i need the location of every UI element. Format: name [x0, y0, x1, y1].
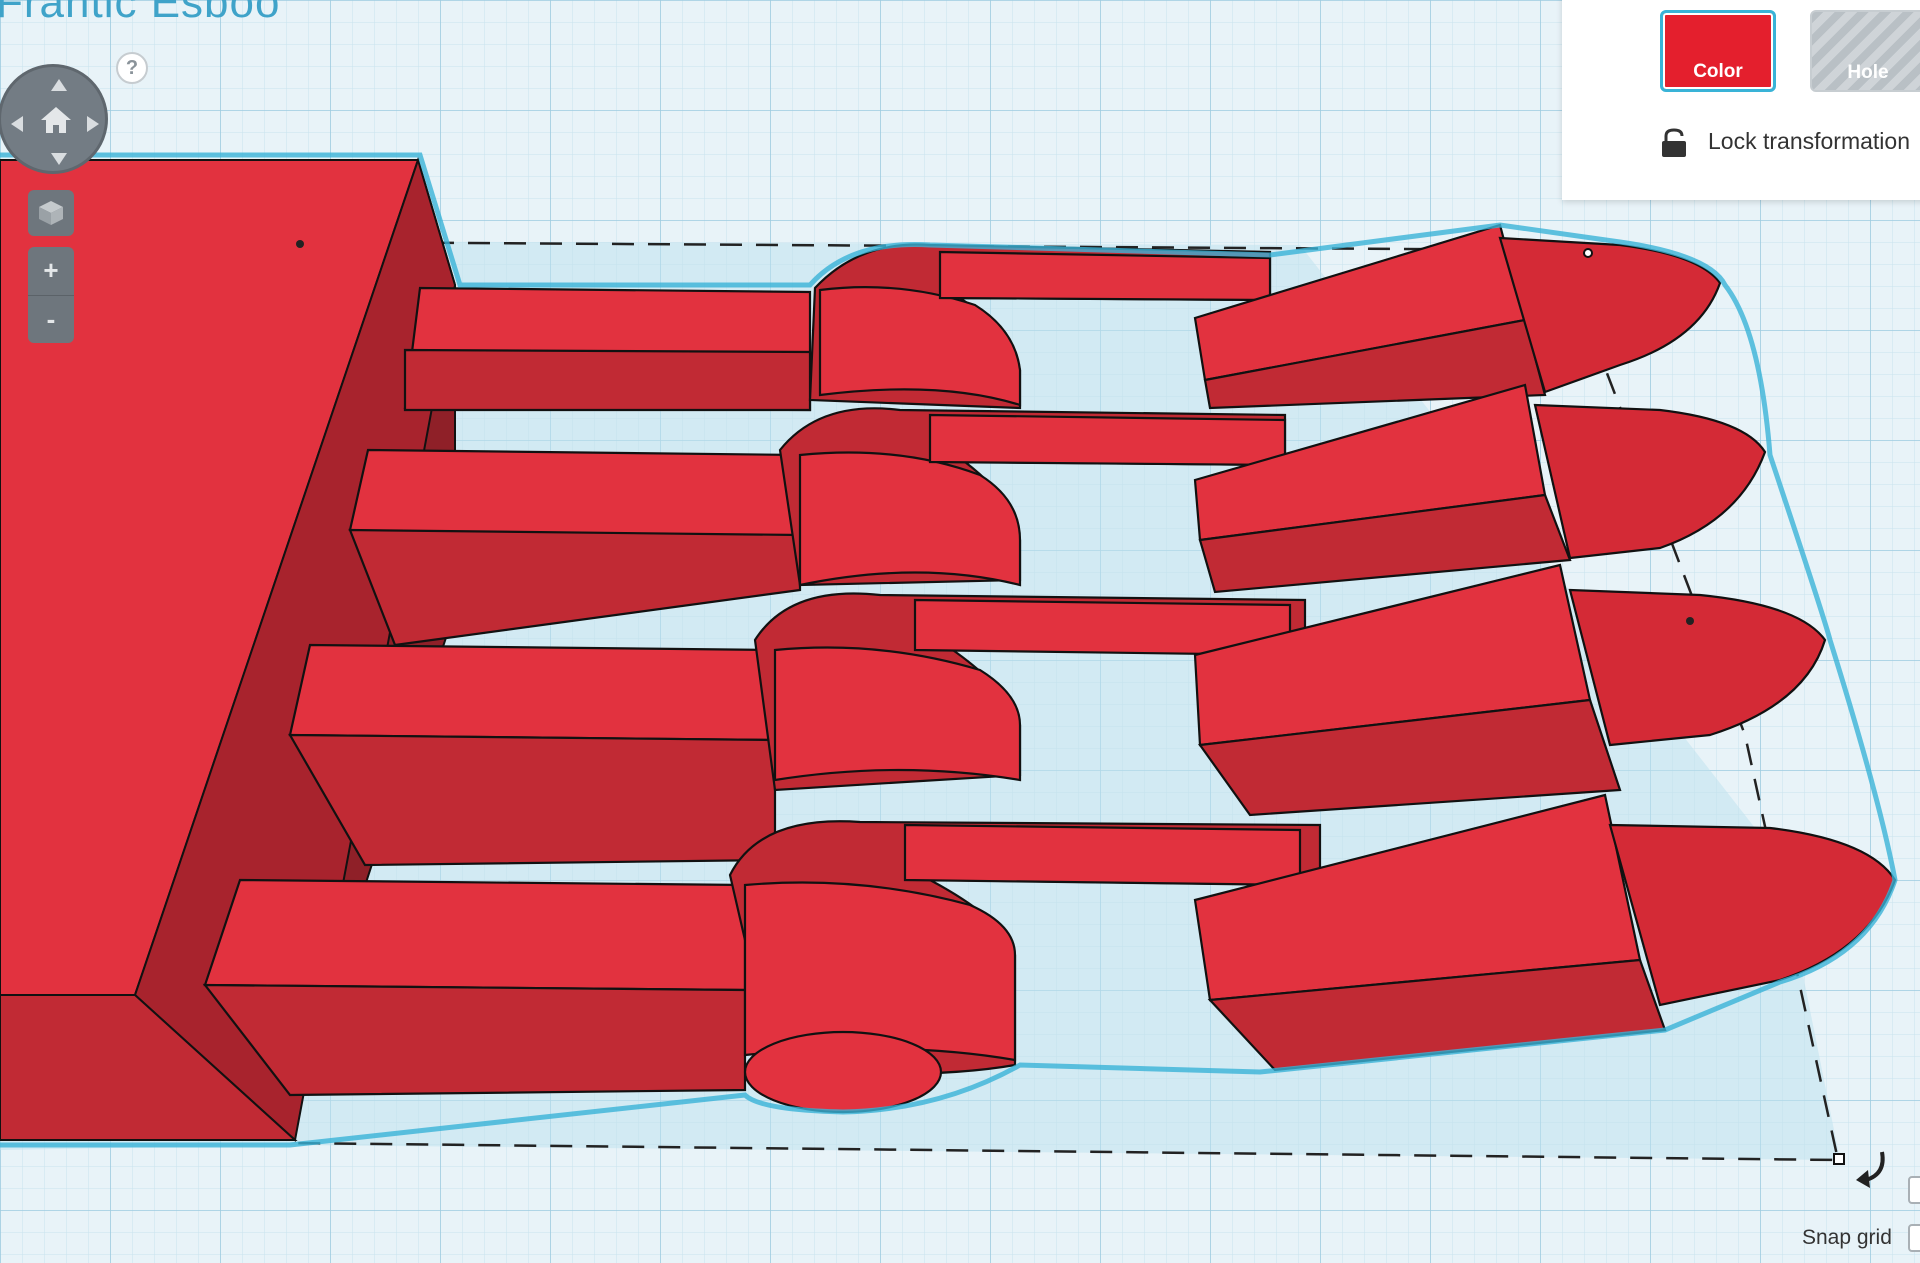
view-cube-button[interactable] — [28, 190, 74, 236]
height-handle[interactable] — [1583, 248, 1593, 258]
corner-marker — [296, 240, 304, 248]
hole-label: Hole — [1847, 62, 1889, 83]
lock-transformation-label[interactable]: Lock transformation — [1708, 128, 1910, 155]
rotate-icon[interactable] — [1852, 1148, 1894, 1192]
home-icon[interactable] — [39, 105, 73, 135]
snap-grid-label: Snap grid — [1802, 1226, 1892, 1249]
zoom-out-button[interactable]: - — [28, 295, 74, 342]
snap-grid-select[interactable] — [1908, 1224, 1920, 1252]
lock-icon[interactable] — [1660, 128, 1688, 158]
orbit-down-icon[interactable] — [51, 153, 67, 165]
corner-resize-handle[interactable] — [1833, 1153, 1845, 1165]
edit-grid-toggle[interactable] — [1908, 1176, 1920, 1204]
help-icon: ? — [125, 56, 139, 79]
color-label: Color — [1693, 61, 1743, 82]
help-button[interactable]: ? — [116, 52, 148, 84]
shape-inspector-panel: Color Hole Lock transformation — [1562, 0, 1920, 200]
zoom-controls: + - — [28, 247, 74, 343]
zoom-in-button[interactable]: + — [28, 247, 74, 293]
orbit-right-icon[interactable] — [87, 116, 99, 132]
orbit-nav-pad[interactable] — [0, 64, 108, 174]
design-title[interactable]: Frantic Esboo — [0, 0, 280, 28]
center-marker — [1686, 617, 1694, 625]
hole-swatch-button[interactable]: Hole — [1810, 10, 1920, 92]
orbit-left-icon[interactable] — [11, 116, 23, 132]
orbit-up-icon[interactable] — [51, 79, 67, 91]
color-swatch-button[interactable]: Color — [1660, 10, 1776, 92]
view-cube-icon — [39, 201, 63, 225]
